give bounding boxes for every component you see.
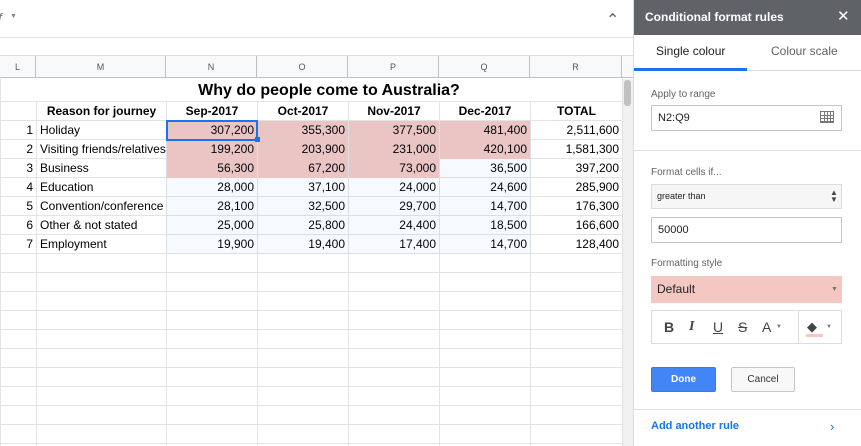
scrollbar-thumb[interactable] [624, 80, 631, 106]
header-sep-2017[interactable]: Sep-2017 [167, 102, 257, 121]
reason-cell[interactable]: Other & not stated [37, 216, 166, 235]
total-cell[interactable]: 166,600 [531, 216, 622, 235]
header-oct-2017[interactable]: Oct-2017 [258, 102, 348, 121]
total-cell[interactable]: 1,581,300 [531, 140, 622, 159]
tab-colour-scale[interactable]: Colour scale [771, 44, 838, 58]
done-button[interactable]: Done [651, 367, 716, 392]
gridline [0, 405, 622, 406]
row-index[interactable]: 3 [1, 159, 36, 178]
fill-handle[interactable] [255, 137, 260, 142]
row-index[interactable]: 5 [1, 197, 36, 216]
column-header-l[interactable]: L [0, 56, 36, 78]
reason-cell[interactable]: Convention/conference [37, 197, 166, 216]
fill-color-swatch [806, 334, 823, 337]
chevron-right-icon[interactable]: › [830, 419, 834, 434]
vertical-scrollbar[interactable] [622, 79, 633, 446]
gridline [0, 329, 622, 330]
range-input[interactable]: N2:Q9 [651, 105, 842, 131]
strikethrough-button[interactable]: S [738, 319, 747, 335]
reason-cell[interactable]: Education [37, 178, 166, 197]
row-index[interactable]: 2 [1, 140, 36, 159]
active-tab-indicator [634, 68, 747, 71]
close-icon[interactable]: ✕ [837, 7, 850, 25]
condition-value-input[interactable]: 50000 [651, 217, 842, 243]
gridline [0, 272, 622, 273]
formatting-style-label: Formatting style [651, 258, 723, 269]
total-cell[interactable]: 285,900 [531, 178, 622, 197]
column-header-row: LMNOPQR [0, 56, 633, 78]
column-header-o[interactable]: O [257, 56, 348, 78]
gridline [0, 443, 622, 444]
row-index[interactable]: 1 [1, 121, 36, 140]
conditional-format-panel: Conditional format rules ✕ Single colour… [633, 0, 861, 446]
total-cell[interactable]: 176,300 [531, 197, 622, 216]
caret-down-icon[interactable]: ▼ [10, 13, 17, 20]
gridline [0, 348, 622, 349]
chevron-up-icon[interactable]: ⌃ [606, 10, 619, 30]
formula-bar[interactable]: ƒ ▼ ⌃ [0, 0, 633, 38]
apply-to-range-label: Apply to range [651, 89, 716, 100]
divider [634, 409, 861, 410]
column-header-n[interactable]: N [166, 56, 257, 78]
row-index[interactable]: 7 [1, 235, 36, 254]
gridline [0, 291, 622, 292]
caret-down-icon[interactable]: ▼ [776, 324, 782, 330]
formatting-style-select[interactable]: Default [651, 276, 842, 303]
gridline [0, 367, 622, 368]
header-nov-2017[interactable]: Nov-2017 [349, 102, 439, 121]
toolbar-gap [0, 38, 633, 56]
function-icon: ƒ [0, 10, 5, 25]
reason-cell[interactable]: Holiday [37, 121, 166, 140]
gridline [0, 386, 622, 387]
italic-button[interactable]: I [689, 319, 694, 335]
tab-single-colour[interactable]: Single colour [656, 44, 725, 58]
header-total[interactable]: TOTAL [531, 102, 622, 121]
add-another-rule-link[interactable]: Add another rule [651, 420, 739, 432]
total-cell[interactable]: 128,400 [531, 235, 622, 254]
cancel-button[interactable]: Cancel [731, 367, 795, 392]
format-toolbar: B I U S A ▼ ◆ ▼ [651, 310, 842, 344]
bold-button[interactable]: B [664, 319, 674, 335]
fill-color-icon[interactable]: ◆ [807, 319, 817, 335]
reason-cell[interactable]: Visiting friends/relatives [37, 140, 166, 159]
gridline [0, 310, 622, 311]
column-header-p[interactable]: P [348, 56, 439, 78]
column-header-r[interactable]: R [530, 56, 622, 78]
condition-select[interactable]: greater than [651, 184, 842, 209]
rule-type-tabs: Single colour Colour scale [634, 35, 861, 71]
reason-cell[interactable]: Business [37, 159, 166, 178]
select-arrows-icon: ▲ ▼ [830, 188, 838, 204]
caret-down-icon[interactable]: ▼ [826, 324, 832, 330]
header-reason[interactable]: Reason for journey [37, 102, 166, 121]
format-cells-if-label: Format cells if... [651, 167, 722, 178]
caret-down-icon: ▼ [831, 286, 838, 293]
sheet-title[interactable]: Why do people come to Australia? [36, 80, 622, 102]
reason-cell[interactable]: Employment [37, 235, 166, 254]
panel-header: Conditional format rules ✕ [634, 0, 861, 35]
underline-button[interactable]: U [713, 319, 723, 335]
spreadsheet-area: ƒ ▼ ⌃ LMNOPQR Why do people come to Aust… [0, 0, 633, 446]
header-dec-2017[interactable]: Dec-2017 [440, 102, 530, 121]
column-header-q[interactable]: Q [439, 56, 530, 78]
active-cell[interactable] [166, 120, 258, 141]
total-cell[interactable]: 397,200 [531, 159, 622, 178]
total-cell[interactable]: 2,511,600 [531, 121, 622, 140]
toolbar-separator [798, 311, 799, 343]
panel-title: Conditional format rules [645, 10, 784, 24]
row-index[interactable]: 6 [1, 216, 36, 235]
row-index[interactable]: 4 [1, 178, 36, 197]
text-color-button[interactable]: A [762, 319, 771, 335]
column-header-m[interactable]: M [36, 56, 166, 78]
gridline [0, 424, 622, 425]
select-range-icon[interactable] [820, 111, 834, 123]
divider [634, 150, 861, 151]
